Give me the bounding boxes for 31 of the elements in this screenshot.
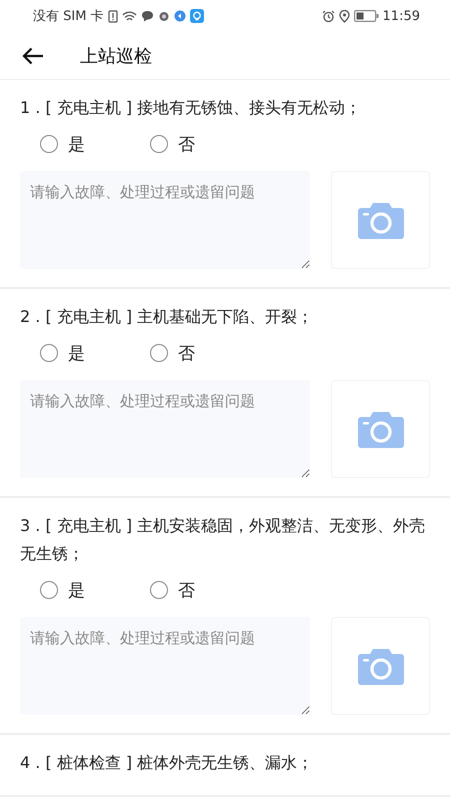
sim-alert-icon bbox=[108, 10, 118, 22]
battery-icon bbox=[354, 10, 379, 22]
question-text: 4 . [ 桩体检查 ] 桩体外壳无生锈、漏水； bbox=[20, 752, 314, 774]
question-text: 1 . [ 充电主机 ] 接地有无锈蚀、接头有无松动； bbox=[20, 97, 362, 119]
radio-option[interactable]: 是 bbox=[40, 335, 150, 371]
page-title: 上站巡检 bbox=[80, 44, 152, 68]
answer-box[interactable]: 请输入故障、处理过程或遗留问题 bbox=[20, 380, 310, 478]
wifi-icon bbox=[122, 10, 137, 22]
carrier-text: 没有 SIM 卡 bbox=[33, 8, 104, 25]
answer-box[interactable]: 请输入故障、处理过程或遗留问题 bbox=[20, 617, 310, 715]
alarm-icon bbox=[322, 10, 335, 22]
answer-box[interactable]: 请输入故障、处理过程或遗留问题 bbox=[20, 171, 310, 269]
camera-icon bbox=[356, 200, 404, 240]
back-arrow-icon bbox=[22, 46, 44, 64]
camera-icon bbox=[356, 409, 404, 449]
radio-option[interactable]: 否 bbox=[150, 335, 260, 371]
location-icon bbox=[338, 10, 350, 22]
radio-option[interactable]: 否 bbox=[150, 126, 260, 162]
radio-option[interactable]: 是 bbox=[40, 572, 150, 608]
photo-upload-button[interactable] bbox=[331, 617, 430, 715]
radio-option[interactable]: 否 bbox=[150, 572, 260, 608]
camera-icon bbox=[356, 646, 404, 686]
clock-time: 11:59 bbox=[382, 8, 420, 24]
question-text: 3 . [ 充电主机 ] 主机安装稳固，外观整洁、无变形、外壳无生锈； bbox=[20, 515, 426, 565]
app-icon bbox=[174, 10, 186, 22]
radio-option[interactable]: 是 bbox=[40, 126, 150, 162]
photo-upload-button[interactable] bbox=[331, 380, 430, 478]
photo-upload-button[interactable] bbox=[331, 171, 430, 269]
bulb-app-icon bbox=[190, 9, 204, 23]
chat-icon bbox=[140, 10, 154, 22]
question-text: 2 . [ 充电主机 ] 主机基础无下陷、开裂； bbox=[20, 306, 314, 328]
